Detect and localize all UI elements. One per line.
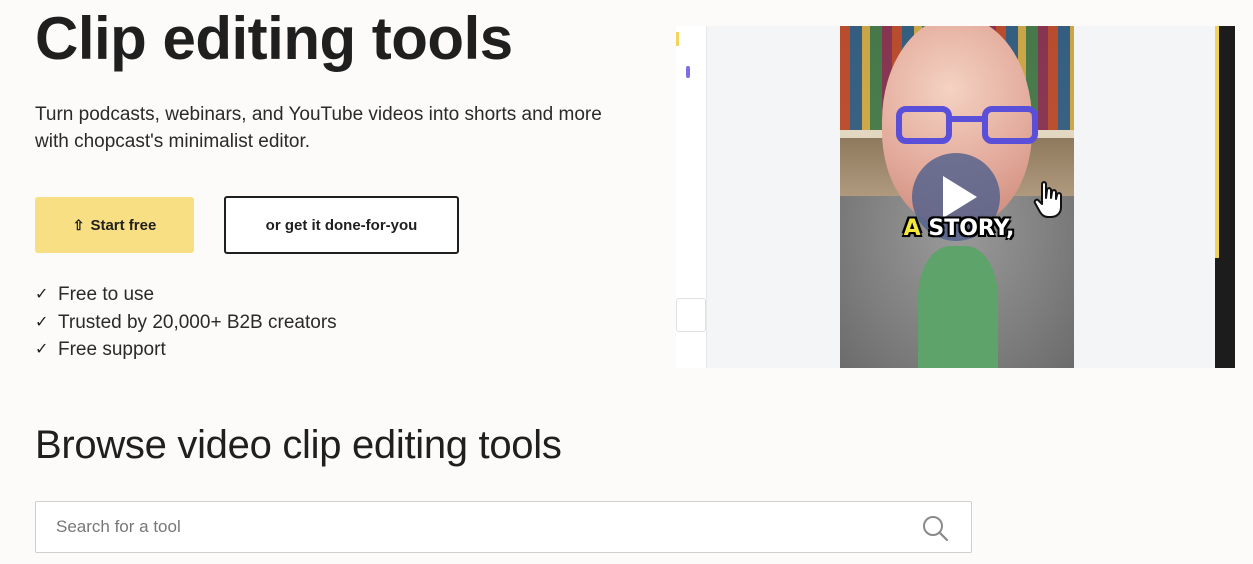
start-free-label: Start free	[90, 216, 157, 234]
caption-highlight: A	[903, 216, 921, 241]
glasses-bridge	[950, 116, 984, 122]
editor-preview: A STORY,	[676, 26, 1235, 368]
video-caption: A STORY,	[894, 216, 1024, 241]
editor-input-box[interactable]	[676, 298, 706, 332]
done-for-you-button[interactable]: or get it done-for-you	[224, 196, 459, 254]
glasses-lens	[982, 106, 1038, 144]
timeline-marker	[676, 32, 679, 46]
feature-list: ✓ Free to use ✓ Trusted by 20,000+ B2B c…	[35, 281, 337, 364]
check-icon: ✓	[35, 341, 49, 358]
feature-label: Free to use	[58, 284, 155, 305]
play-icon	[943, 176, 977, 218]
check-icon: ✓	[35, 313, 49, 331]
hand-cursor-icon	[1033, 181, 1062, 218]
caption-text: STORY,	[920, 216, 1015, 241]
feature-item: ✓ Free support	[35, 336, 337, 364]
search-box[interactable]	[35, 501, 972, 553]
glasses	[892, 106, 1052, 148]
feature-label: Trusted by 20,000+ B2B creators	[58, 311, 337, 333]
page-title: Clip editing tools	[35, 5, 513, 72]
hero-subtitle: Turn podcasts, webinars, and YouTube vid…	[35, 104, 602, 152]
timeline-scrubber[interactable]	[686, 66, 690, 78]
upload-arrow-icon: ⇧	[72, 216, 85, 233]
feature-item: ✓ Free to use	[35, 281, 337, 309]
feature-label: Free support	[58, 339, 166, 360]
progress-bar	[1215, 26, 1219, 258]
editor-side-panel	[1215, 26, 1235, 368]
search-icon[interactable]	[921, 514, 949, 542]
search-input[interactable]	[36, 502, 896, 552]
person-shirt	[918, 246, 998, 368]
feature-item: ✓ Trusted by 20,000+ B2B creators	[35, 309, 337, 337]
browse-title: Browse video clip editing tools	[35, 423, 562, 467]
start-free-button[interactable]: ⇧ Start free	[35, 197, 194, 253]
glasses-lens	[896, 106, 952, 144]
check-icon: ✓	[35, 286, 49, 303]
